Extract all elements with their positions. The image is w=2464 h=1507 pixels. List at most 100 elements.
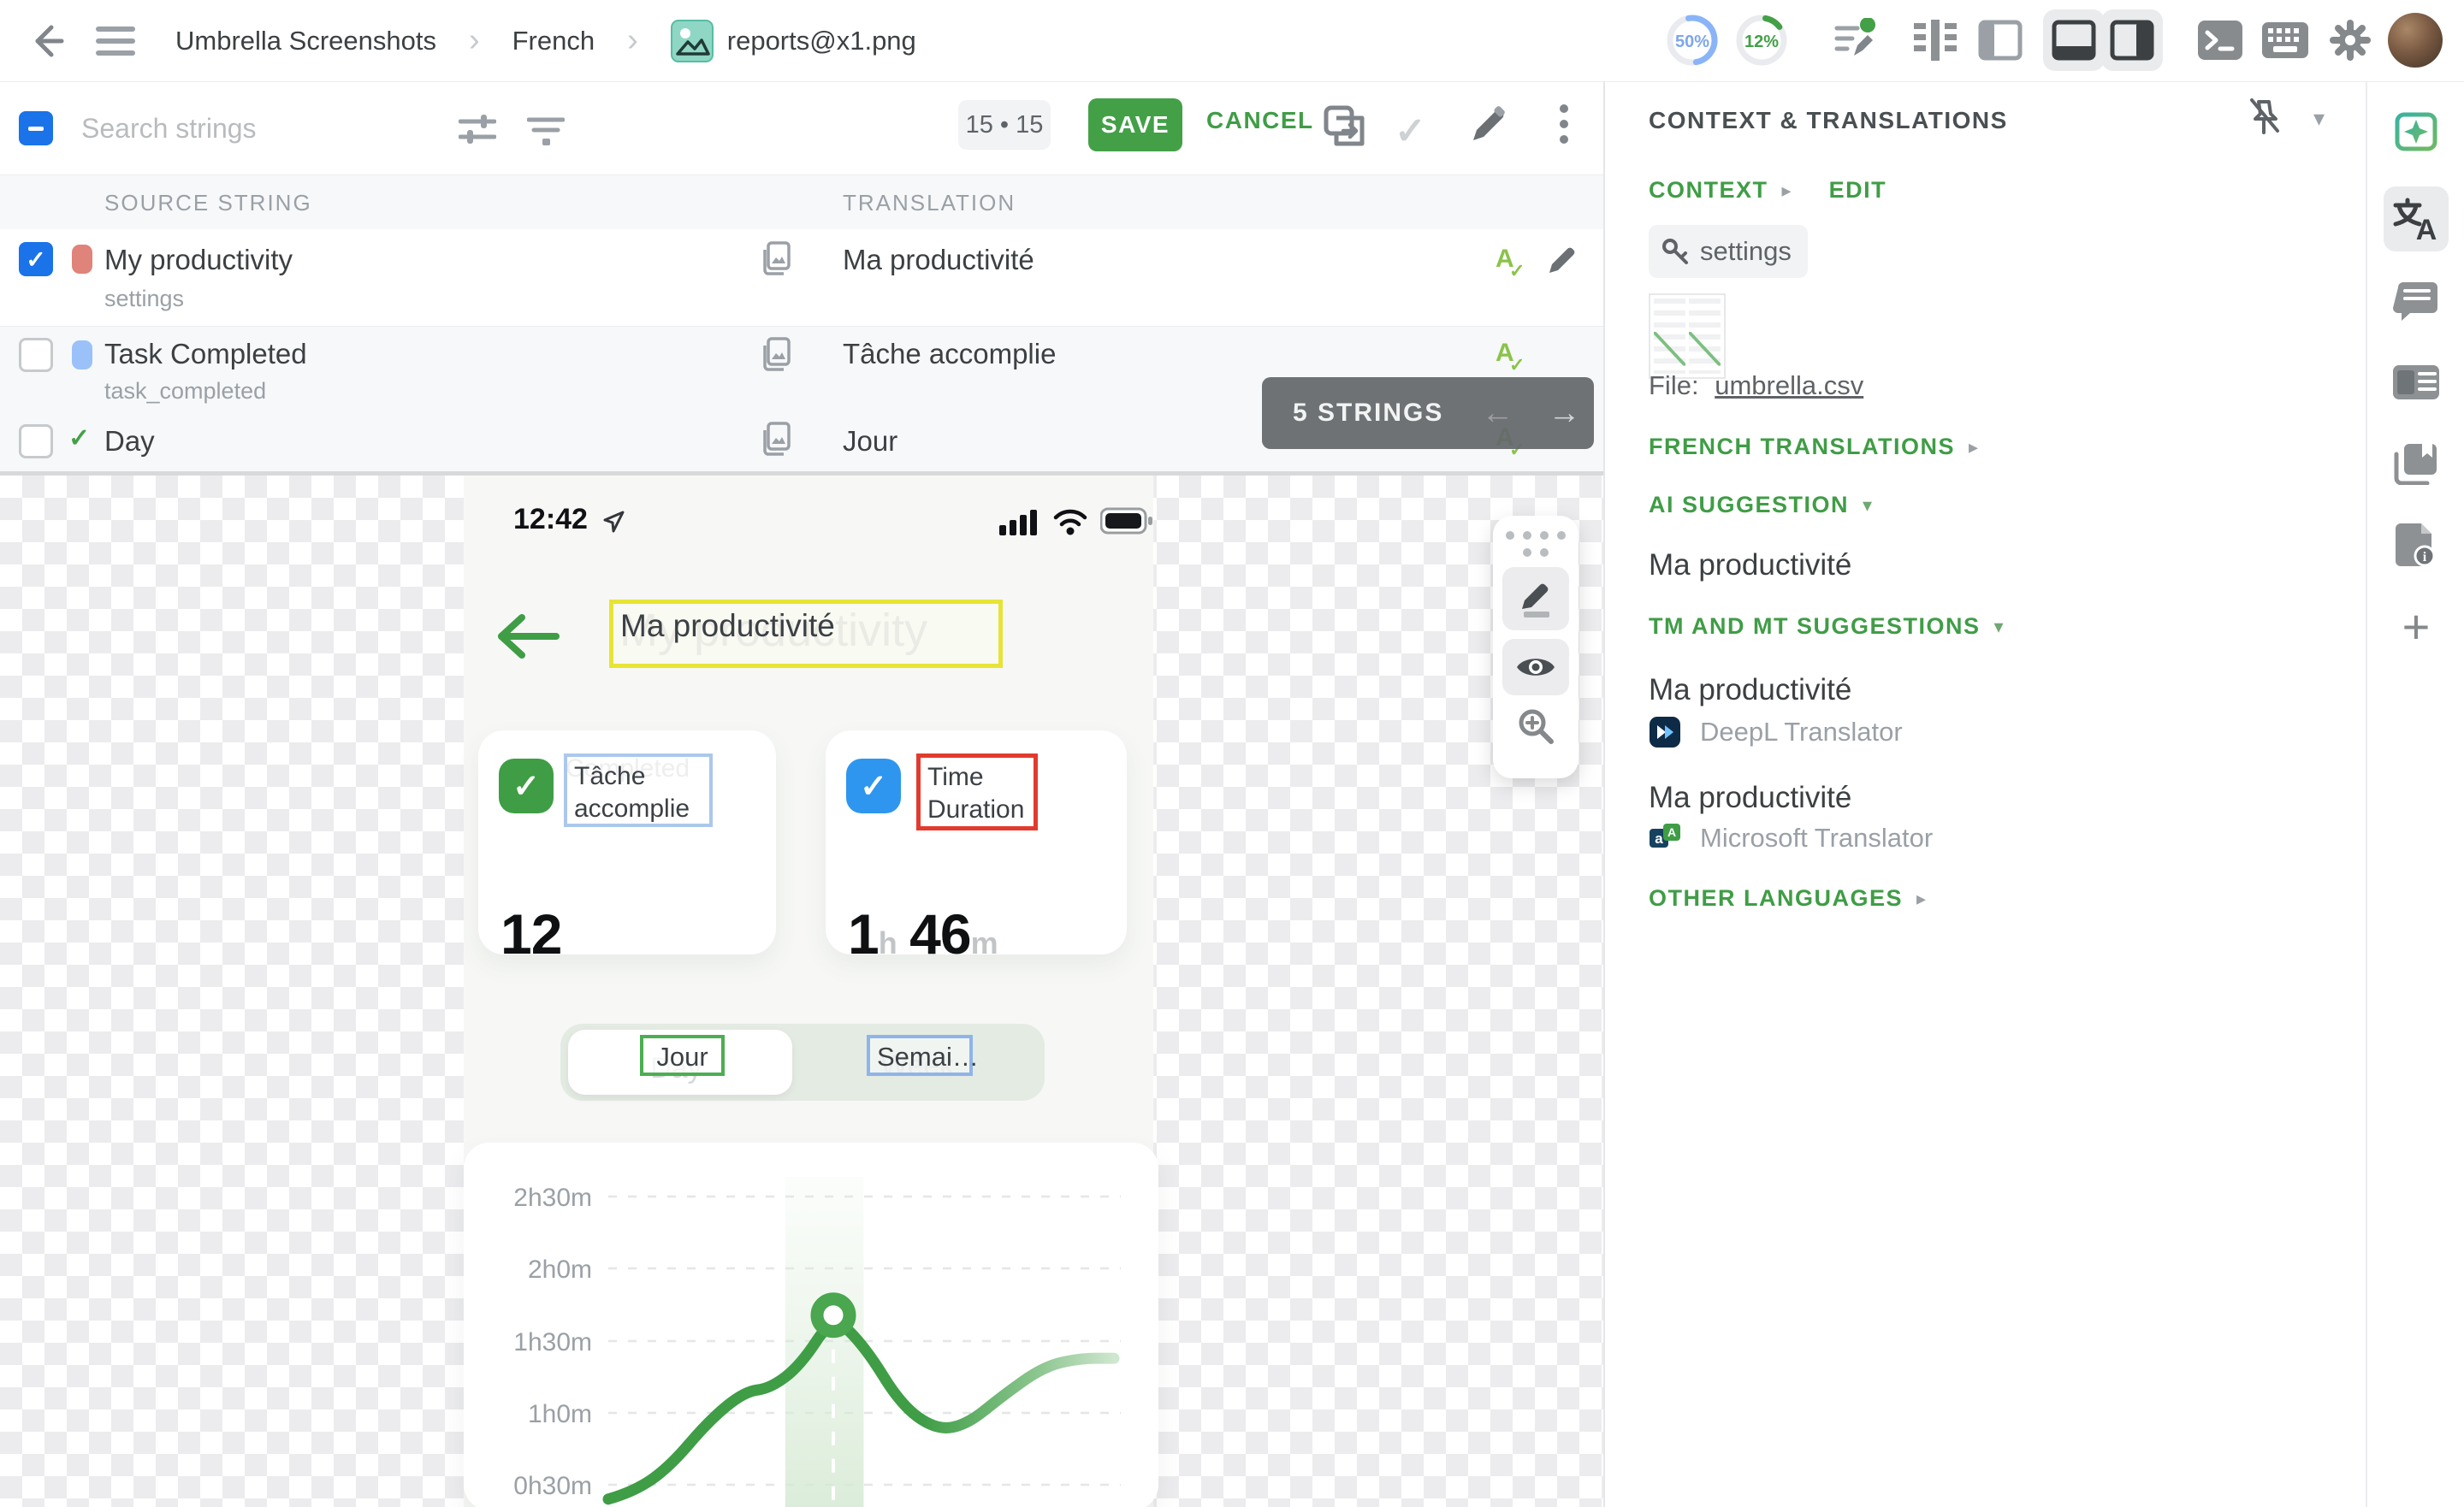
- save-button[interactable]: SAVE: [1088, 98, 1182, 151]
- highlight-box-tasks-label[interactable]: Tâche accomplie: [564, 754, 713, 827]
- panel-collapse-caret-icon[interactable]: ▾: [2313, 105, 2325, 132]
- screenshot-link-icon[interactable]: [760, 337, 794, 371]
- breadcrumb-project[interactable]: Umbrella Screenshots: [175, 26, 436, 56]
- screenshot-preview-area[interactable]: 12:42 My productivity Ma productivité: [0, 476, 1603, 1507]
- key-chip[interactable]: settings: [1649, 225, 1808, 278]
- screenshots-tab-icon[interactable]: [2384, 431, 2449, 496]
- french-translations-header[interactable]: FRENCH TRANSLATIONS ▸: [1649, 434, 1978, 460]
- tm-suggestion-text[interactable]: Ma productivité: [1649, 673, 1851, 707]
- progress-ring-reviewed-label: 12%: [1744, 33, 1779, 51]
- terminal-icon[interactable]: [2189, 9, 2251, 71]
- time-hours: 1: [848, 902, 879, 966]
- chevron-right-icon: ›: [469, 22, 480, 59]
- settings-gear-icon[interactable]: [2319, 9, 2381, 71]
- source-string[interactable]: Day: [104, 425, 155, 458]
- screenshot-link-icon[interactable]: [760, 422, 794, 456]
- duplicate-icon[interactable]: [1323, 104, 1365, 147]
- table-row[interactable]: ✓ My productivity settings Ma productivi…: [0, 229, 1603, 327]
- context-label[interactable]: CONTEXT: [1649, 177, 1768, 204]
- cancel-button[interactable]: CANCEL: [1201, 106, 1319, 135]
- source-string[interactable]: Task Completed: [104, 338, 307, 370]
- translation-text[interactable]: Jour: [843, 425, 897, 458]
- unpin-icon[interactable]: [2245, 97, 2283, 138]
- highlight-box-week[interactable]: Semai…: [867, 1035, 973, 1076]
- other-languages-header[interactable]: OTHER LANGUAGES ▸: [1649, 885, 1926, 912]
- context-section-header: CONTEXT ▸ EDIT: [1649, 177, 1886, 204]
- edit-pencil-icon[interactable]: [1468, 104, 1509, 145]
- screenshot-link-icon[interactable]: [760, 241, 794, 275]
- table-view-icon[interactable]: [1904, 9, 1966, 71]
- segment-week[interactable]: Week Semai…: [800, 1024, 1045, 1101]
- progress-ring-reviewed[interactable]: 12%: [1733, 12, 1790, 68]
- edit-context-link[interactable]: EDIT: [1829, 177, 1887, 204]
- provider-name: Microsoft Translator: [1700, 823, 1933, 854]
- layout-left-panel-icon[interactable]: [1969, 9, 2031, 71]
- segmented-control[interactable]: Day Jour Week Semai…: [560, 1024, 1045, 1101]
- add-tab-icon[interactable]: +: [2384, 594, 2449, 659]
- status-untranslated-icon: [72, 245, 92, 274]
- source-string-header: SOURCE STRING: [104, 190, 312, 216]
- blue-check-icon: ✓: [846, 759, 901, 813]
- draw-highlight-button[interactable]: [1502, 567, 1569, 630]
- table-header: SOURCE STRING TRANSLATION: [0, 174, 1603, 230]
- ai-suggestion-header[interactable]: AI SUGGESTION ▾: [1649, 492, 1872, 518]
- source-string[interactable]: My productivity: [104, 244, 293, 276]
- tm-mt-header[interactable]: TM AND MT SUGGESTIONS ▾: [1649, 613, 2004, 640]
- avatar[interactable]: [2388, 13, 2443, 68]
- highlight-box-day[interactable]: Jour: [640, 1035, 725, 1076]
- menu-icon[interactable]: [96, 24, 135, 58]
- progress-ring-done[interactable]: 50%: [1664, 12, 1721, 68]
- translation-text[interactable]: Tâche accomplie: [843, 338, 1056, 370]
- battery-icon: [1100, 507, 1153, 535]
- ai-suggestion-text[interactable]: Ma productivité: [1649, 548, 1851, 582]
- file-row: File: umbrella.csv: [1649, 370, 1863, 401]
- screenshot-thumbnail[interactable]: [1649, 293, 1726, 379]
- file-link[interactable]: umbrella.csv: [1715, 370, 1863, 400]
- tasks-value: 12: [500, 901, 561, 966]
- breadcrumb-language[interactable]: French: [512, 26, 595, 56]
- verify-check-icon[interactable]: ✓: [1395, 109, 1426, 153]
- drag-handle-icon[interactable]: [1505, 531, 1567, 557]
- pager-next-icon[interactable]: →: [1548, 395, 1580, 432]
- signal-bars-icon: [999, 508, 1040, 535]
- row-checkbox[interactable]: [19, 424, 53, 458]
- keyboard-icon[interactable]: [2254, 9, 2316, 71]
- file-info-tab-icon[interactable]: i: [2384, 512, 2449, 577]
- toggle-highlights-eye-button[interactable]: [1502, 639, 1569, 695]
- screenshot-tool-palette: [1493, 516, 1578, 778]
- details-card-tab-icon[interactable]: [2384, 350, 2449, 415]
- highlight-box-title[interactable]: Ma productivité: [609, 600, 1003, 668]
- highlight-box-time-label[interactable]: Time Duration: [916, 754, 1038, 830]
- translations-tab-icon[interactable]: A: [2384, 186, 2449, 251]
- search-input[interactable]: Search strings: [81, 113, 257, 145]
- row-checkbox[interactable]: ✓: [19, 242, 53, 276]
- tune-filters-icon[interactable]: [459, 113, 496, 147]
- caret-right-icon: ▸: [1969, 436, 1978, 458]
- string-key[interactable]: settings: [104, 286, 184, 312]
- segment-day[interactable]: Day Jour: [568, 1030, 792, 1095]
- edit-translation-icon[interactable]: [1545, 243, 1579, 277]
- row-checkbox[interactable]: [19, 338, 53, 372]
- filter-icon[interactable]: [527, 113, 565, 147]
- translation-header: TRANSLATION: [843, 190, 1016, 216]
- ai-sparkle-tab-icon[interactable]: [2384, 99, 2449, 164]
- other-languages-label: OTHER LANGUAGES: [1649, 885, 1903, 912]
- tasks-icon[interactable]: [1823, 9, 1885, 71]
- select-all-checkbox[interactable]: [19, 111, 53, 145]
- breadcrumb-file[interactable]: reports@x1.png: [727, 26, 916, 56]
- tm-suggestion-text[interactable]: Ma productivité: [1649, 781, 1851, 815]
- layout-right-panel-icon[interactable]: [2101, 9, 2163, 71]
- svg-text:A: A: [2416, 214, 2437, 241]
- phone-screenshot[interactable]: 12:42 My productivity Ma productivité: [464, 476, 1153, 1507]
- strings-pager: 5 STRINGS ← →: [1262, 377, 1594, 449]
- comments-tab-icon[interactable]: [2384, 269, 2449, 334]
- more-options-icon[interactable]: [1554, 104, 1574, 144]
- back-icon[interactable]: [26, 21, 67, 62]
- key-icon: [1661, 237, 1690, 266]
- status-unverified-icon: [72, 340, 92, 369]
- translation-text[interactable]: Ma productivité: [843, 244, 1034, 276]
- zoom-in-button[interactable]: [1515, 706, 1556, 747]
- pager-prev-icon[interactable]: ←: [1481, 395, 1513, 432]
- string-key[interactable]: task_completed: [104, 378, 266, 405]
- layout-bottom-panel-icon[interactable]: [2043, 9, 2105, 71]
